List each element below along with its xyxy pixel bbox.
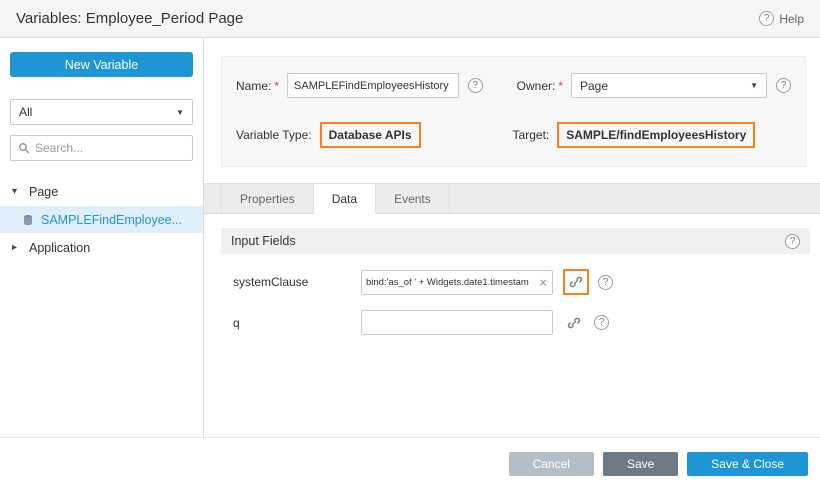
search-box bbox=[10, 135, 193, 161]
tab-bar: Properties Data Events bbox=[204, 183, 820, 214]
new-variable-button[interactable]: New Variable bbox=[10, 52, 193, 77]
owner-select[interactable]: Page ▼ bbox=[571, 73, 767, 98]
systemclause-input-box: × bbox=[361, 270, 553, 295]
page-title: Variables: Employee_Period Page bbox=[16, 10, 243, 27]
dialog-header: Variables: Employee_Period Page ? Help bbox=[0, 0, 820, 38]
type-target-row: Variable Type: Database APIs Target: SAM… bbox=[236, 122, 791, 148]
tab-events[interactable]: Events bbox=[376, 184, 450, 213]
name-help-icon[interactable]: ? bbox=[468, 78, 483, 93]
tree-group-label: Page bbox=[29, 185, 58, 199]
chevron-down-icon: ▼ bbox=[176, 108, 184, 117]
variables-tree: ▾ Page SAMPLEFindEmployee... ▸ Applicati… bbox=[0, 177, 203, 262]
owner-help-icon[interactable]: ? bbox=[776, 78, 791, 93]
search-input[interactable] bbox=[35, 141, 185, 155]
input-fields-header: Input Fields ? bbox=[221, 228, 810, 254]
target-value: SAMPLE/findEmployeesHistory bbox=[557, 122, 755, 148]
dialog-body: New Variable All ▼ ▾ Page SAMPLEFind bbox=[0, 38, 820, 437]
clear-icon[interactable]: × bbox=[537, 276, 549, 289]
target-label: Target: bbox=[513, 128, 550, 142]
owner-label: Owner: bbox=[517, 79, 556, 93]
variable-filter-select[interactable]: All ▼ bbox=[10, 99, 193, 125]
database-variable-icon bbox=[22, 214, 34, 226]
variable-editor: Name: * ? Owner: * Page ▼ ? Variable Typ… bbox=[204, 38, 820, 437]
tree-group-application[interactable]: ▸ Application bbox=[0, 233, 203, 262]
required-marker: * bbox=[558, 79, 563, 93]
help-link[interactable]: ? Help bbox=[759, 11, 804, 26]
chevron-down-icon: ▼ bbox=[750, 81, 758, 90]
owner-selected-value: Page bbox=[580, 79, 608, 93]
field-row-q: q ? bbox=[221, 310, 810, 335]
tree-item-variable[interactable]: SAMPLEFindEmployee... bbox=[0, 206, 203, 233]
caret-right-icon: ▸ bbox=[12, 242, 22, 253]
bind-link-icon[interactable] bbox=[563, 269, 589, 295]
owner-group: Owner: * Page ▼ bbox=[517, 73, 767, 98]
tab-properties[interactable]: Properties bbox=[221, 184, 314, 213]
q-help-icon[interactable]: ? bbox=[594, 315, 609, 330]
name-label: Name: bbox=[236, 79, 271, 93]
section-title: Input Fields bbox=[231, 234, 296, 248]
field-label: q bbox=[221, 316, 361, 330]
bind-link-icon[interactable] bbox=[563, 312, 585, 334]
name-input[interactable] bbox=[287, 73, 459, 98]
tree-group-page[interactable]: ▾ Page bbox=[0, 177, 203, 206]
variables-dialog: { "header": { "title": "Variables: Emplo… bbox=[0, 0, 820, 489]
q-input[interactable] bbox=[366, 317, 549, 328]
filter-selected-value: All bbox=[19, 105, 32, 119]
field-row-systemclause: systemClause × ? bbox=[221, 269, 810, 295]
tab-data[interactable]: Data bbox=[314, 184, 376, 214]
search-icon bbox=[18, 142, 30, 154]
cancel-button[interactable]: Cancel bbox=[509, 452, 594, 476]
save-button[interactable]: Save bbox=[603, 452, 678, 476]
required-marker: * bbox=[274, 79, 279, 93]
field-label: systemClause bbox=[221, 275, 361, 289]
variable-type-value: Database APIs bbox=[320, 122, 421, 148]
help-label: Help bbox=[779, 12, 804, 26]
name-owner-row: Name: * ? Owner: * Page ▼ ? bbox=[236, 73, 791, 98]
q-input-box bbox=[361, 310, 553, 335]
dialog-footer: Cancel Save Save & Close bbox=[0, 437, 820, 489]
caret-down-icon: ▾ bbox=[12, 186, 22, 197]
variable-summary-panel: Name: * ? Owner: * Page ▼ ? Variable Typ… bbox=[221, 56, 806, 167]
help-icon: ? bbox=[759, 11, 774, 26]
tree-item-label: SAMPLEFindEmployee... bbox=[41, 213, 182, 227]
tree-group-label: Application bbox=[29, 241, 90, 255]
variable-type-label: Variable Type: bbox=[236, 128, 312, 142]
input-fields-help-icon[interactable]: ? bbox=[785, 234, 800, 249]
data-tab-panel: Input Fields ? systemClause × ? bbox=[204, 214, 820, 335]
systemclause-help-icon[interactable]: ? bbox=[598, 275, 613, 290]
variables-sidebar: New Variable All ▼ ▾ Page SAMPLEFind bbox=[0, 38, 204, 437]
save-and-close-button[interactable]: Save & Close bbox=[687, 452, 808, 476]
systemclause-input[interactable] bbox=[366, 277, 537, 288]
